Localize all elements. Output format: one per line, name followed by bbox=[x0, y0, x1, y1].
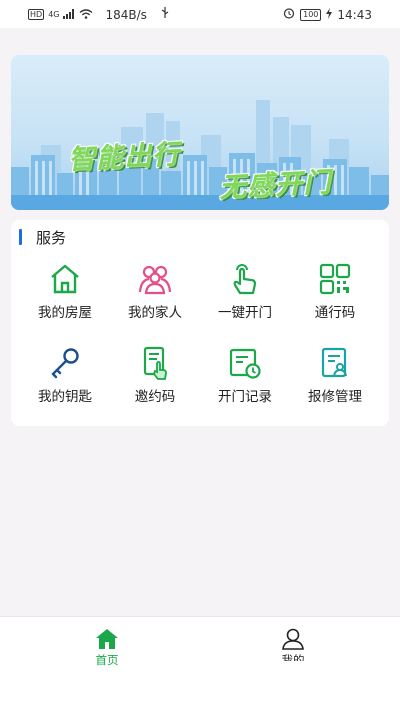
wifi-icon bbox=[79, 8, 93, 22]
service-label: 报修管理 bbox=[308, 389, 362, 405]
status-bar: HD 4G 184B/s 100 14:43 bbox=[0, 0, 400, 28]
section-header: 服务 bbox=[19, 228, 67, 247]
status-left: HD 4G 184B/s bbox=[28, 7, 169, 22]
service-label: 一键开门 bbox=[218, 305, 272, 321]
service-one-key-open[interactable]: 一键开门 bbox=[200, 262, 290, 332]
promo-banner[interactable]: 智能出行 无感开门 bbox=[11, 55, 389, 210]
signal-icon bbox=[63, 8, 75, 22]
alarm-icon bbox=[283, 7, 295, 22]
status-right: 100 14:43 bbox=[283, 7, 372, 22]
service-pass-code[interactable]: 通行码 bbox=[290, 262, 380, 332]
banner-slogan-2: 无感开门 bbox=[218, 167, 332, 204]
tap-hand-icon bbox=[200, 262, 290, 296]
service-invite-code[interactable]: 邀约码 bbox=[110, 346, 200, 416]
charging-icon bbox=[326, 7, 333, 22]
invite-card-icon bbox=[110, 346, 200, 380]
service-open-record[interactable]: 开门记录 bbox=[200, 346, 290, 416]
service-label: 开门记录 bbox=[218, 389, 272, 405]
nav-mine[interactable]: 我的 bbox=[193, 617, 393, 671]
nav-home[interactable]: 首页 bbox=[7, 617, 207, 671]
network-type: 4G bbox=[48, 9, 60, 19]
service-label: 邀约码 bbox=[134, 389, 176, 405]
home-icon bbox=[7, 628, 207, 650]
door-record-icon bbox=[200, 346, 290, 380]
house-icon bbox=[20, 262, 110, 296]
service-label: 通行码 bbox=[314, 305, 356, 321]
service-my-house[interactable]: 我的房屋 bbox=[20, 262, 110, 332]
section-accent-bar bbox=[19, 229, 22, 245]
service-label: 我的房屋 bbox=[38, 305, 92, 321]
services-card: 服务 我的房屋 我的家人 一键开门 通行码 我的钥匙 邀约码 开门记录 报修管理 bbox=[11, 220, 389, 426]
clock-time: 14:43 bbox=[337, 7, 372, 22]
banner-slogan-1: 智能出行 bbox=[67, 139, 181, 176]
bottom-nav: 首页 我的 bbox=[0, 616, 400, 671]
nav-mine-label: 我的 bbox=[281, 653, 305, 661]
usb-icon bbox=[161, 7, 169, 22]
key-icon bbox=[20, 346, 110, 380]
screen-bottom-area bbox=[0, 670, 400, 710]
qr-code-icon bbox=[290, 262, 380, 296]
city-skyline-illustration bbox=[11, 100, 389, 210]
network-speed: 184B/s bbox=[105, 7, 147, 22]
service-label: 我的家人 bbox=[128, 305, 182, 321]
service-my-family[interactable]: 我的家人 bbox=[110, 262, 200, 332]
hd-indicator: HD bbox=[28, 9, 45, 20]
service-label: 我的钥匙 bbox=[38, 389, 92, 405]
user-icon bbox=[193, 628, 393, 650]
family-icon bbox=[110, 262, 200, 296]
battery-icon: 100 bbox=[300, 8, 322, 21]
service-my-key[interactable]: 我的钥匙 bbox=[20, 346, 110, 416]
service-repair-management[interactable]: 报修管理 bbox=[290, 346, 380, 416]
repair-doc-icon bbox=[290, 346, 380, 380]
section-title: 服务 bbox=[36, 228, 67, 247]
nav-home-label: 首页 bbox=[95, 653, 119, 667]
